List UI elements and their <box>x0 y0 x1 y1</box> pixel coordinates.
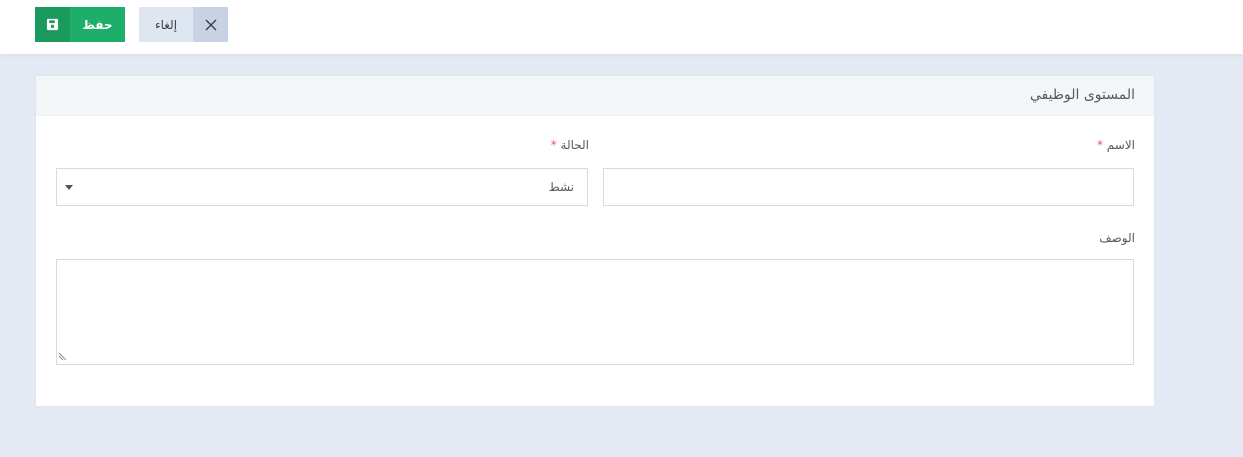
status-label-text: الحالة <box>560 138 589 152</box>
status-required-mark: * <box>550 138 557 152</box>
job-level-form-panel: المستوى الوظيفي الاسم * الحالة * نشط الو… <box>35 75 1155 407</box>
floppy-disk-icon <box>35 7 70 42</box>
name-label-text: الاسم <box>1106 138 1135 152</box>
resize-handle-icon[interactable] <box>58 349 67 363</box>
close-icon <box>193 7 228 42</box>
panel-title: المستوى الوظيفي <box>1029 87 1135 103</box>
name-input[interactable] <box>603 168 1134 206</box>
description-textarea[interactable] <box>56 259 1134 365</box>
save-button-label: حفظ <box>82 17 113 32</box>
description-label: الوصف <box>1099 231 1135 245</box>
name-required-mark: * <box>1096 138 1103 152</box>
cancel-button-label: إلغاء <box>154 17 178 32</box>
status-select-value: نشط <box>548 180 574 194</box>
status-select[interactable]: نشط <box>56 168 588 206</box>
status-label: الحالة * <box>551 138 589 152</box>
name-label: الاسم * <box>1097 138 1135 152</box>
save-button[interactable]: حفظ <box>35 7 125 42</box>
caret-down-icon <box>65 185 73 190</box>
top-toolbar: حفظ إلغاء <box>0 0 1243 55</box>
cancel-button[interactable]: إلغاء <box>139 7 228 42</box>
panel-header: المستوى الوظيفي <box>36 76 1154 116</box>
